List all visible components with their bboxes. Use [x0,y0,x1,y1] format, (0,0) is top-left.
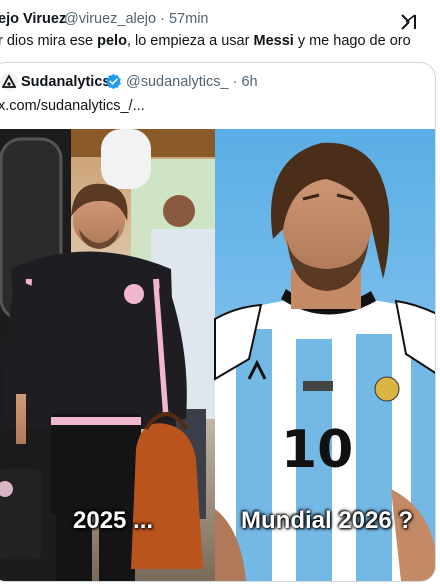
tweet-text-bold: Messi [253,33,294,49]
quoted-tweet-card[interactable]: Sudanalytics @sudanalytics_ · 6h x.com/s… [0,62,436,582]
author-handle[interactable]: @viruez_alejo · 57min [64,11,208,27]
quote-author-handle[interactable]: @sudanalytics_ · 6h [126,74,258,90]
author-name[interactable]: ejo Viruez [0,11,66,27]
tweet-header: ejo Viruez @viruez_alejo · 57min [0,10,440,30]
caption-left: 2025 ... [73,507,154,534]
jersey-number: 10 [281,420,353,480]
verified-badge-icon [105,73,122,90]
tweet-text-part: , lo empieza a usar [126,33,254,49]
media-image[interactable]: 10 2025 ... Mundial 2026 ? [0,129,435,581]
grok-icon[interactable] [400,13,418,31]
quote-header: Sudanalytics @sudanalytics_ · 6h [0,71,435,93]
quote-link-text[interactable]: x.com/sudanalytics_/... [0,98,145,114]
tweet-text-bold: pelo [97,33,127,49]
quote-author-name[interactable]: Sudanalytics [21,74,110,90]
avatar[interactable] [0,73,18,91]
tweet-text-part: y me hago de oro [293,33,411,49]
tweet-text: r dios mira ese pelo, lo empieza a usar … [0,33,411,49]
caption-right: Mundial 2026 ? [241,507,414,534]
tweet-text-part: r dios mira ese [0,33,98,49]
